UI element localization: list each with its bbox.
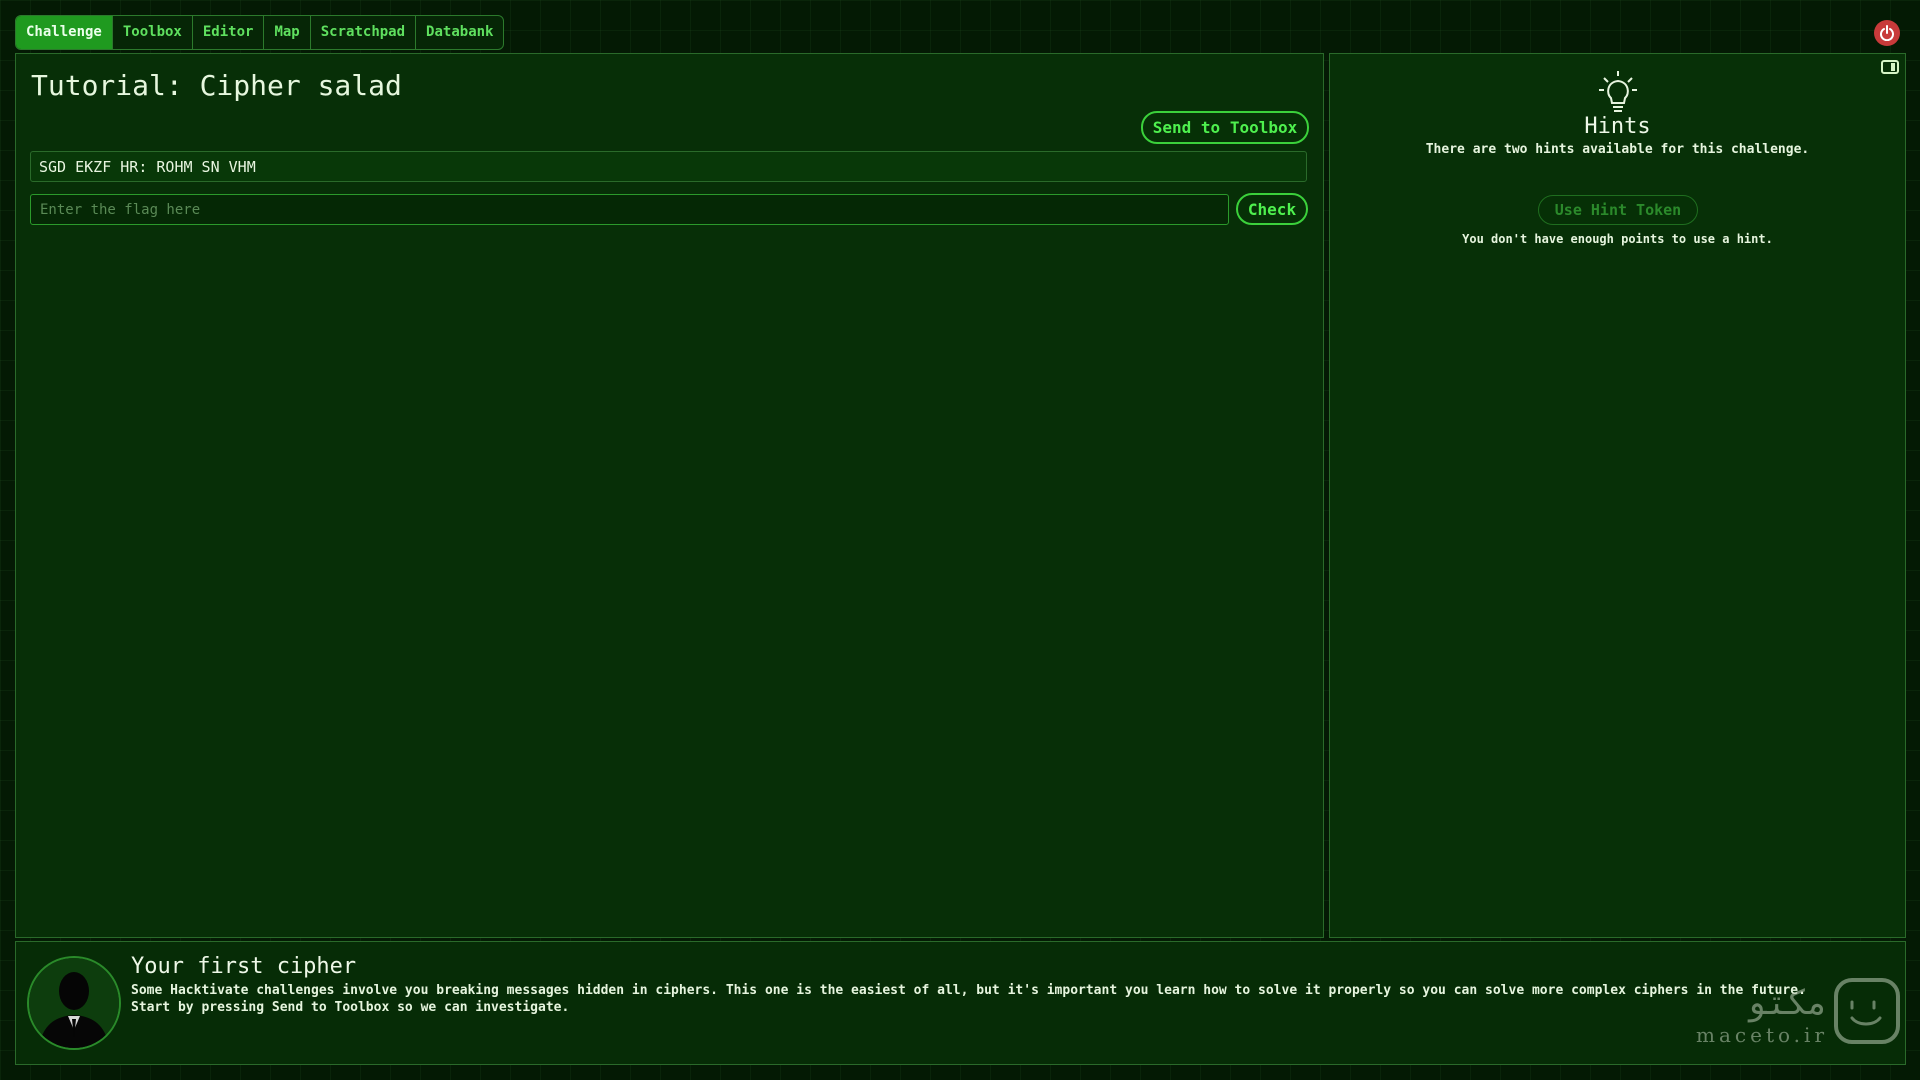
dialog-panel: Your first cipher Some Hacktivate challe… (15, 941, 1906, 1065)
power-icon (1880, 25, 1894, 41)
hints-note: You don't have enough points to use a hi… (1462, 232, 1773, 246)
tab-toolbox[interactable]: Toolbox (113, 16, 193, 49)
dialog-line-2: Start by pressing Send to Toolbox so we … (131, 1000, 570, 1015)
dialog-text: Some Hacktivate challenges involve you b… (131, 982, 1881, 1016)
lightbulb-icon (1599, 71, 1637, 112)
dialog-line-1: Some Hacktivate challenges involve you b… (131, 983, 1806, 998)
use-hint-token-button[interactable]: Use Hint Token (1538, 195, 1698, 225)
watermark-latin: maceto.ir (1696, 1023, 1828, 1047)
challenge-title: Tutorial: Cipher salad (31, 69, 402, 102)
watermark-logo-icon (1834, 978, 1900, 1044)
watermark: مکتو maceto.ir (1690, 975, 1910, 1055)
flag-input[interactable] (30, 194, 1229, 225)
tab-map[interactable]: Map (264, 16, 311, 49)
hints-subtitle: There are two hints available for this c… (1425, 142, 1810, 157)
tab-challenge[interactable]: Challenge (16, 16, 113, 49)
tab-editor[interactable]: Editor (193, 16, 265, 49)
watermark-arabic: مکتو (1746, 983, 1828, 1023)
tab-databank[interactable]: Databank (416, 16, 503, 49)
avatar (27, 956, 121, 1050)
challenge-panel: Tutorial: Cipher salad Send to Toolbox S… (15, 53, 1324, 938)
dialog-title: Your first cipher (131, 954, 357, 979)
sidebar-toggle-icon[interactable] (1881, 60, 1899, 74)
check-button[interactable]: Check (1236, 193, 1308, 225)
hints-panel: Hints There are two hints available for … (1329, 53, 1906, 938)
tab-scratchpad[interactable]: Scratchpad (311, 16, 417, 49)
main-nav: Challenge Toolbox Editor Map Scratchpad … (15, 15, 505, 50)
hints-title: Hints (1584, 114, 1651, 139)
cipher-text: SGD EKZF HR: ROHM SN VHM (30, 151, 1307, 182)
power-button[interactable] (1874, 20, 1900, 46)
agent-silhouette-icon (29, 958, 119, 1048)
send-to-toolbox-button[interactable]: Send to Toolbox (1141, 111, 1309, 144)
